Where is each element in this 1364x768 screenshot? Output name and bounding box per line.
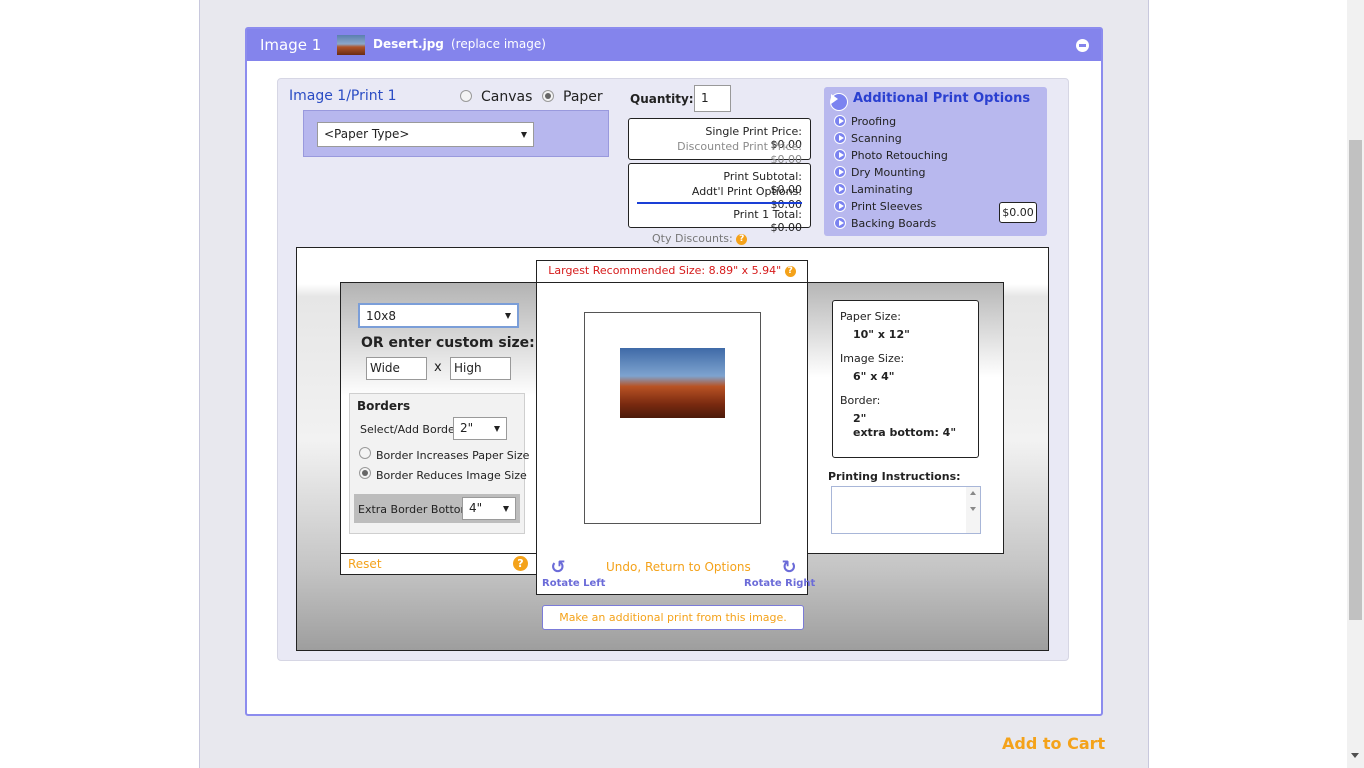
option-label: Dry Mounting (851, 166, 926, 179)
option-label: Scanning (851, 132, 902, 145)
paper-radio[interactable] (542, 90, 554, 102)
size-select-value: 10x8 (366, 309, 397, 323)
paper-size-label: Paper Size: (840, 310, 901, 323)
printing-instructions-textarea[interactable] (831, 486, 981, 534)
qty-discounts-label: Qty Discounts: (652, 232, 733, 245)
play-icon (834, 166, 846, 178)
option-label: Proofing (851, 115, 897, 128)
custom-width-input[interactable]: Wide (366, 357, 427, 380)
image-size-value: 6" x 4" (853, 370, 895, 383)
rotate-left-icon[interactable]: ↺ (549, 559, 567, 577)
option-label: Backing Boards (851, 217, 937, 230)
quantity-label: Quantity: (630, 92, 694, 106)
custom-size-label: OR enter custom size: (361, 335, 535, 351)
border-select-value: 2" (460, 421, 474, 435)
custom-height-input[interactable]: High (450, 357, 511, 380)
scroll-down-arrow-icon[interactable] (970, 507, 976, 511)
extra-border-value: 4" (469, 501, 483, 515)
page-scrollbar[interactable] (1347, 0, 1364, 768)
border-reduce-label: Border Reduces Image Size (376, 469, 527, 482)
add-to-cart-button[interactable]: Add to Cart (1002, 734, 1105, 753)
border-increase-label: Border Increases Paper Size (376, 449, 530, 462)
size-select[interactable]: 10x8 (358, 303, 519, 328)
play-icon (834, 115, 846, 127)
canvas-radio[interactable] (460, 90, 472, 102)
textarea-scrollbar[interactable] (966, 487, 980, 533)
reset-link[interactable]: Reset (348, 557, 382, 571)
help-icon[interactable]: ? (736, 233, 748, 245)
make-additional-print-button[interactable]: Make an additional print from this image… (542, 605, 804, 630)
image-panel-header: Image 1 Desert.jpg (replace image) (247, 29, 1101, 61)
print-total-row: Print 1 Total: $0.00 (629, 208, 802, 234)
chevron-down-icon (505, 312, 511, 319)
scrollbar-thumb[interactable] (1349, 140, 1362, 620)
print-total-value: $0.00 (770, 221, 803, 234)
scroll-up-arrow-icon[interactable] (970, 491, 976, 495)
border-increase-radio[interactable] (359, 447, 371, 459)
play-icon (834, 149, 846, 161)
addl-options-label: Addt'l Print Options: (691, 185, 802, 198)
single-price-label: Single Print Price: (705, 125, 802, 138)
print-total-label: Print 1 Total: (733, 208, 802, 221)
largest-recommended-text: Largest Recommended Size: 8.89" x 5.94" (548, 264, 782, 277)
chevron-down-icon (494, 425, 500, 432)
replace-image-link[interactable]: (replace image) (451, 37, 546, 51)
border-value: 2" (853, 412, 867, 425)
paper-type-box: <Paper Type> (303, 110, 609, 157)
extra-border-label: Extra Border Bottom: (358, 503, 475, 516)
printing-instructions-label: Printing Instructions: (828, 470, 961, 483)
paper-type-value: <Paper Type> (324, 127, 410, 141)
largest-recommended-size: Largest Recommended Size: 8.89" x 5.94" … (536, 260, 808, 283)
quantity-input[interactable]: 1 (694, 85, 731, 112)
option-label: Laminating (851, 183, 913, 196)
border-reduce-radio[interactable] (359, 467, 371, 479)
subtotal-label: Print Subtotal: (723, 170, 802, 183)
unit-price-box: Single Print Price: $0.00 Discounted Pri… (628, 118, 811, 166)
play-icon (834, 200, 846, 212)
additional-options-panel: Additional Print Options Proofing Scanni… (824, 87, 1047, 236)
qty-discounts[interactable]: Qty Discounts: ? (652, 232, 748, 245)
print-title: Image 1/Print 1 (289, 88, 397, 104)
play-icon (834, 183, 846, 195)
extra-border-select[interactable]: 4" (462, 497, 516, 520)
rotate-right-label[interactable]: Rotate Right (744, 578, 815, 589)
scroll-down-arrow-icon[interactable] (1351, 753, 1359, 758)
extra-bottom-value: extra bottom: 4" (853, 426, 957, 439)
chevron-down-icon (503, 505, 509, 512)
image-thumbnail (337, 35, 365, 55)
play-icon (834, 132, 846, 144)
help-icon[interactable]: ? (513, 556, 528, 571)
play-icon[interactable] (830, 93, 848, 111)
discounted-price-label: Discounted Print Price: (677, 140, 802, 153)
borders-title: Borders (357, 399, 411, 413)
undo-link[interactable]: Undo, Return to Options (606, 560, 751, 574)
additional-options-total: $0.00 (999, 202, 1037, 223)
file-name: Desert.jpg (373, 37, 444, 51)
canvas-label: Canvas (481, 89, 533, 105)
paper-label: Paper (563, 89, 603, 105)
border-select[interactable]: 2" (453, 417, 507, 440)
paper-size-value: 10" x 12" (853, 328, 910, 341)
play-icon (834, 217, 846, 229)
size-separator: x (434, 360, 442, 375)
option-label: Print Sleeves (851, 200, 923, 213)
additional-options-title[interactable]: Additional Print Options (853, 91, 1030, 106)
rotate-right-icon[interactable]: ↻ (780, 559, 798, 577)
totals-box: Print Subtotal: $0.00 Addt'l Print Optio… (628, 163, 811, 234)
border-select-label: Select/Add Border: (360, 423, 463, 436)
image-title: Image 1 (260, 36, 322, 54)
totals-divider (637, 202, 802, 204)
reset-row: Reset ? (340, 553, 537, 575)
paper-type-select[interactable]: <Paper Type> (317, 122, 534, 147)
chevron-down-icon (521, 131, 527, 138)
border-label: Border: (840, 394, 881, 407)
help-icon[interactable]: ? (784, 265, 796, 277)
collapse-icon[interactable] (1076, 39, 1089, 52)
option-label: Photo Retouching (851, 149, 948, 162)
preview-image (620, 348, 725, 418)
rotate-left-label[interactable]: Rotate Left (542, 578, 605, 589)
image-size-label: Image Size: (840, 352, 905, 365)
preview-paper (584, 312, 761, 524)
